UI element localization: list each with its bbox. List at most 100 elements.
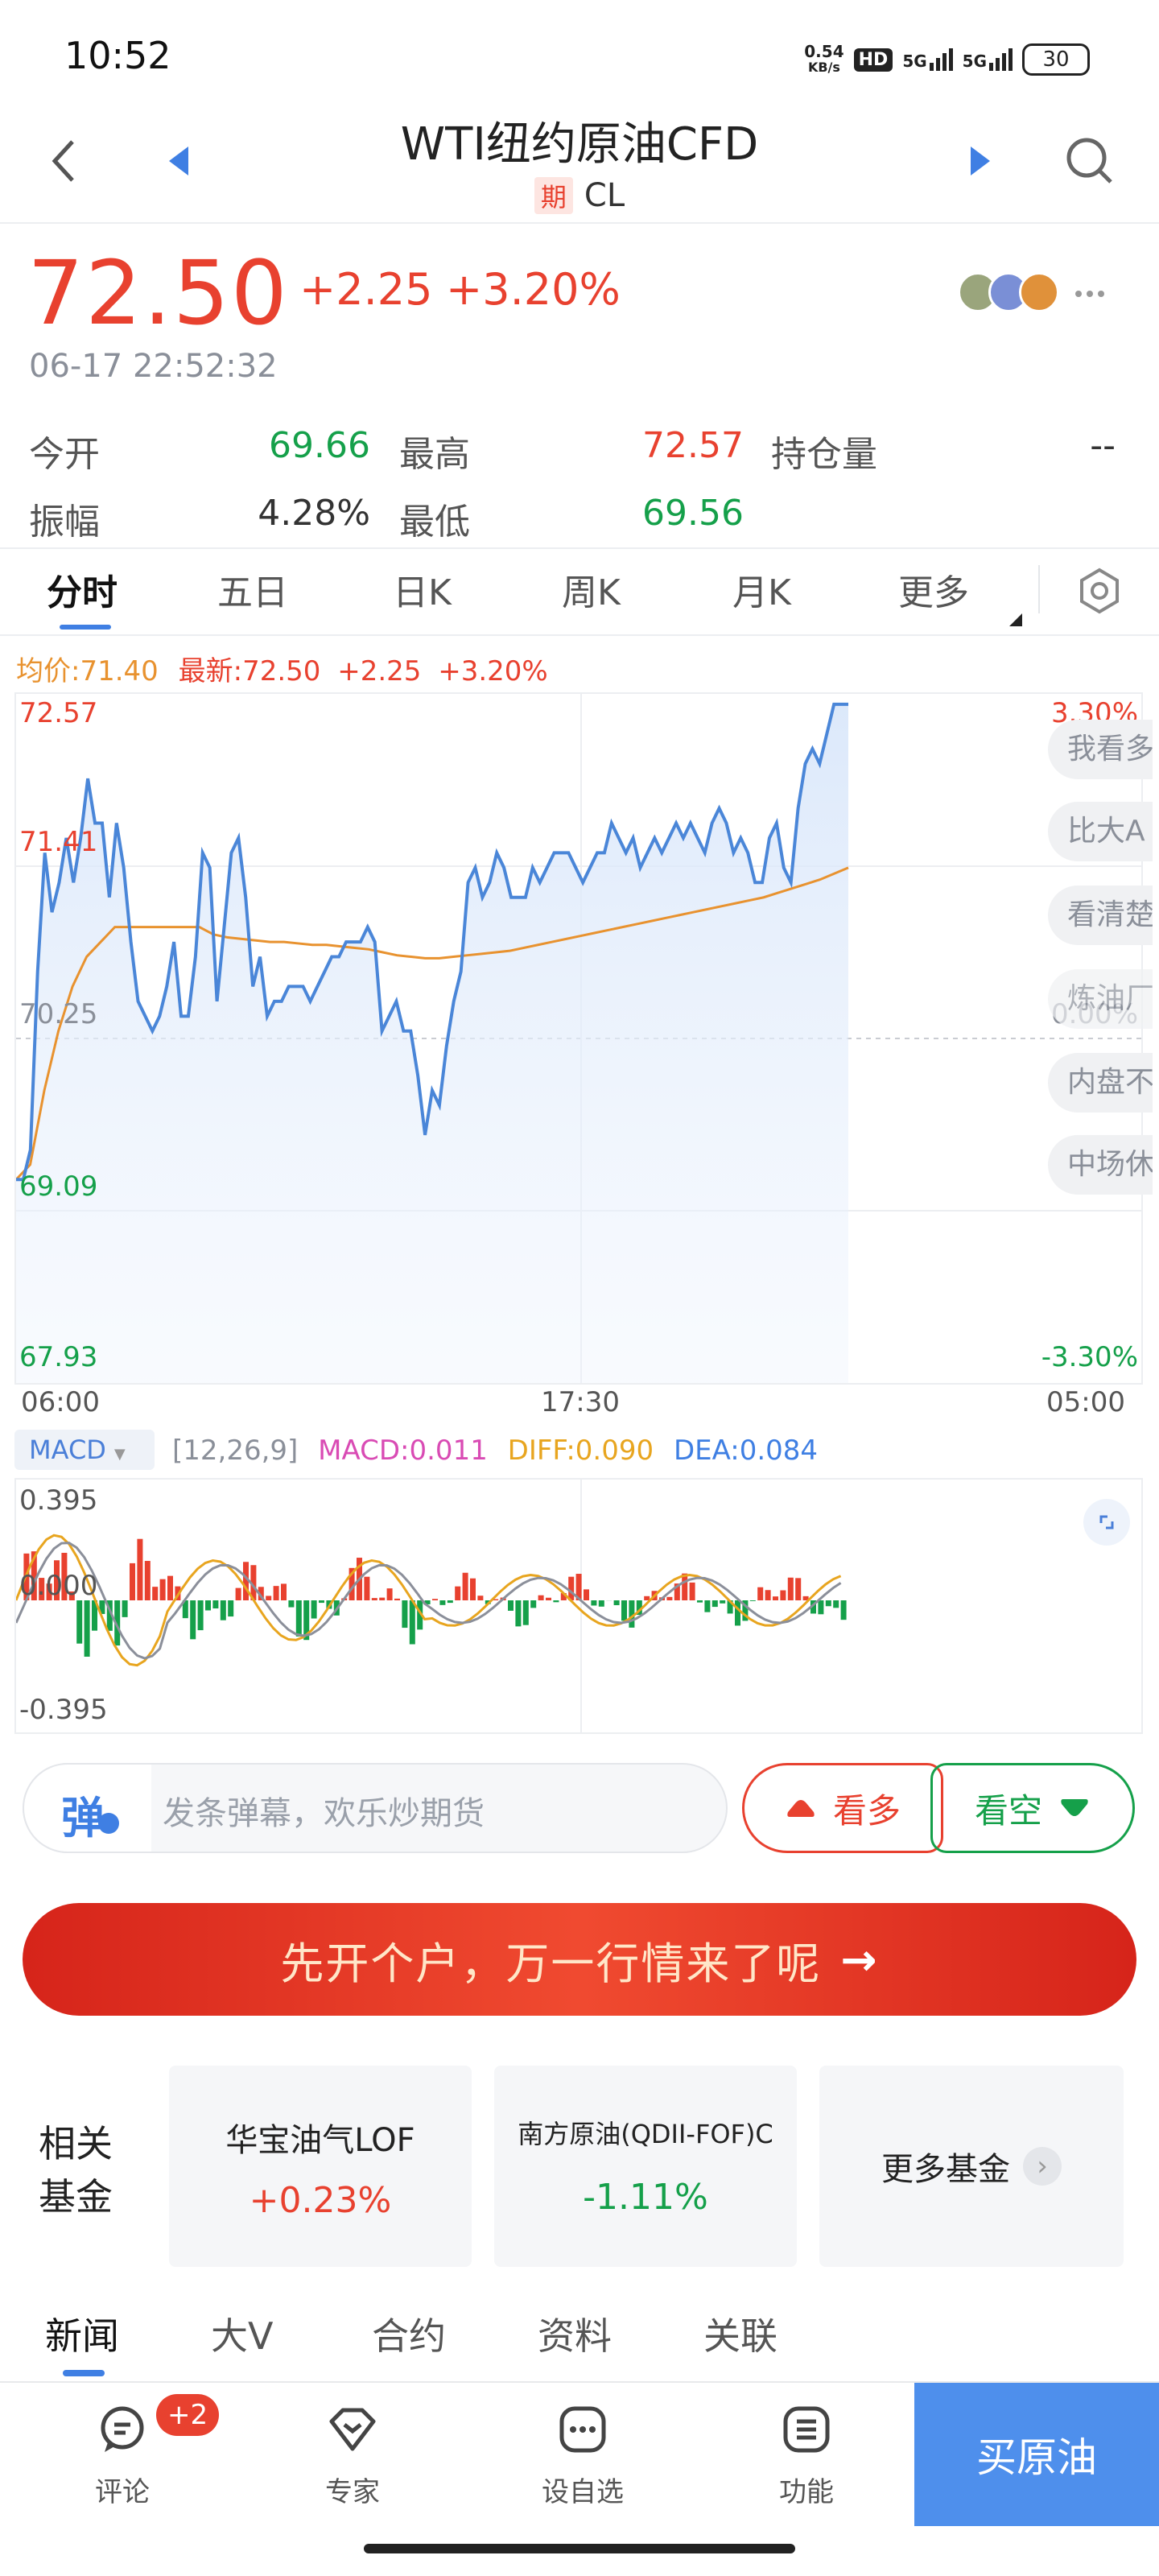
buy-button[interactable]: 买原油 bbox=[914, 2383, 1159, 2526]
macd-bar bbox=[795, 1578, 802, 1600]
macd-bar bbox=[205, 1600, 211, 1611]
tab-monthly-k[interactable]: 月K bbox=[732, 564, 791, 615]
search-icon[interactable] bbox=[1064, 135, 1116, 190]
open-account-banner[interactable]: 先开个户，万一行情来了呢 → bbox=[23, 1903, 1136, 2016]
status-icons: 0.54 KB/s HD 5G 5G 30 bbox=[804, 39, 1090, 80]
bullish-button[interactable]: 看多 bbox=[742, 1763, 943, 1853]
macd-selector[interactable]: MACD ▼ bbox=[14, 1430, 155, 1470]
macd-chart[interactable] bbox=[14, 1478, 1143, 1734]
danmu-pill[interactable]: 我看多 bbox=[1048, 720, 1153, 779]
high-label: 最高 bbox=[399, 434, 470, 475]
tab-intraday[interactable]: 分时 bbox=[47, 564, 118, 615]
comment-count-badge: +2 bbox=[156, 2394, 220, 2436]
macd-legend: [12,26,9] MACD:0.011 DIFF:0.090 DEA:0.08… bbox=[172, 1435, 818, 1467]
battery-icon: 30 bbox=[1022, 43, 1090, 76]
macd-bar bbox=[152, 1587, 159, 1600]
macd-y-top: 0.395 bbox=[19, 1484, 98, 1517]
more-funds-button[interactable]: 更多基金 › bbox=[819, 2066, 1124, 2267]
y-label-bottom: 67.93 bbox=[19, 1341, 98, 1373]
network-speed: 0.54 KB/s bbox=[804, 42, 844, 75]
chevron-down-icon: ▼ bbox=[113, 1446, 126, 1463]
avatar-group[interactable] bbox=[958, 269, 1062, 314]
more-dots-icon bbox=[559, 2406, 606, 2453]
danmu-pill[interactable]: 看清楚 bbox=[1048, 886, 1153, 945]
arrow-right-icon: → bbox=[840, 1934, 879, 1985]
tab-daily-k[interactable]: 日K bbox=[393, 564, 452, 615]
danmu-toggle[interactable]: 弹 bbox=[23, 1763, 151, 1853]
macd-bar bbox=[432, 1599, 438, 1600]
macd-bar bbox=[508, 1600, 514, 1611]
expert-button[interactable]: 专家 bbox=[280, 2404, 425, 2509]
status-time: 10:52 bbox=[64, 34, 171, 77]
tab-contract[interactable]: 合约 bbox=[372, 2307, 446, 2360]
intraday-chart[interactable] bbox=[14, 692, 1143, 1385]
danmu-pill[interactable]: 中场休 bbox=[1048, 1135, 1153, 1195]
x-label-start: 06:00 bbox=[21, 1386, 100, 1418]
fund-name: 南方原油(QDII-FOF)C bbox=[518, 2119, 773, 2149]
macd-bar bbox=[613, 1600, 620, 1606]
more-icon[interactable] bbox=[1074, 287, 1106, 302]
settings-icon[interactable] bbox=[1075, 567, 1124, 618]
tab-related[interactable]: 关联 bbox=[703, 2307, 777, 2360]
comment-label: 评论 bbox=[95, 2476, 150, 2508]
fund-card[interactable]: 南方原油(QDII-FOF)C -1.11% bbox=[494, 2066, 797, 2267]
tab-info[interactable]: 资料 bbox=[538, 2307, 612, 2360]
avg-price-legend: 均价:71.40 bbox=[16, 655, 159, 687]
macd-bar bbox=[711, 1600, 718, 1608]
oi-label: 持仓量 bbox=[771, 434, 877, 475]
comment-icon bbox=[101, 2406, 144, 2452]
macd-bar bbox=[825, 1600, 831, 1607]
tab-bigv[interactable]: 大V bbox=[211, 2307, 273, 2360]
macd-bar bbox=[704, 1600, 711, 1612]
macd-bar bbox=[530, 1600, 537, 1608]
tab-weekly-k[interactable]: 周K bbox=[562, 564, 621, 615]
macd-y-mid: 0.000 bbox=[19, 1570, 98, 1602]
add-watchlist-button[interactable]: 设自选 bbox=[510, 2404, 655, 2509]
macd-bar bbox=[773, 1596, 778, 1600]
macd-bar bbox=[538, 1595, 544, 1600]
macd-bar bbox=[394, 1598, 400, 1600]
fund-card[interactable]: 华宝油气LOF +0.23% bbox=[169, 2066, 472, 2267]
macd-bar bbox=[379, 1597, 386, 1600]
dropdown-corner-icon bbox=[1009, 613, 1022, 630]
more-funds-label: 更多基金 bbox=[881, 2151, 1010, 2188]
danmu-placeholder: 发条弹幕，欢乐炒期货 bbox=[163, 1795, 485, 1832]
tab-news[interactable]: 新闻 bbox=[45, 2307, 119, 2360]
check-badge-icon bbox=[98, 1813, 119, 1834]
chevron-right-icon: › bbox=[1023, 2147, 1062, 2186]
macd-bar bbox=[402, 1600, 408, 1629]
amplitude-value: 4.28% bbox=[258, 493, 370, 534]
danmu-pill[interactable]: 内盘不 bbox=[1048, 1053, 1153, 1113]
function-button[interactable]: 功能 bbox=[734, 2404, 879, 2509]
macd-bar bbox=[84, 1600, 90, 1657]
home-indicator[interactable] bbox=[364, 2544, 795, 2553]
function-label: 功能 bbox=[779, 2476, 834, 2508]
expert-label: 专家 bbox=[325, 2476, 380, 2508]
macd-bar bbox=[130, 1563, 135, 1600]
bearish-button[interactable]: 看空 bbox=[930, 1763, 1135, 1853]
news-tab-indicator bbox=[63, 2370, 105, 2376]
bearish-label: 看空 bbox=[974, 1790, 1042, 1831]
dea-value: DEA:0.084 bbox=[673, 1435, 819, 1467]
macd-bar bbox=[780, 1590, 786, 1600]
danmu-pill[interactable]: 炼油厂 bbox=[1048, 969, 1153, 1029]
tab-5day[interactable]: 五日 bbox=[217, 564, 288, 615]
next-instrument-icon[interactable] bbox=[967, 145, 992, 180]
macd-bar bbox=[787, 1577, 794, 1600]
menu-icon bbox=[783, 2406, 830, 2453]
tab-more[interactable]: 更多 bbox=[898, 564, 969, 615]
price-change: +2.25 bbox=[299, 264, 433, 315]
low-label: 最低 bbox=[399, 502, 470, 543]
danmu-pill[interactable]: 比大A bbox=[1048, 802, 1153, 861]
y-right-bottom: -3.30% bbox=[1041, 1341, 1138, 1373]
avatar bbox=[1019, 272, 1059, 312]
macd-bar bbox=[749, 1600, 756, 1601]
instrument-code: 期 CL bbox=[0, 177, 1159, 214]
price-change-pct: +3.20% bbox=[446, 264, 621, 315]
danmu-icon: 弹 bbox=[61, 1793, 105, 1843]
macd-bar bbox=[311, 1600, 317, 1619]
expand-icon[interactable] bbox=[1083, 1499, 1130, 1546]
macd-bar bbox=[319, 1600, 324, 1604]
fund-change: -1.11% bbox=[583, 2177, 708, 2218]
macd-bar bbox=[833, 1600, 839, 1608]
